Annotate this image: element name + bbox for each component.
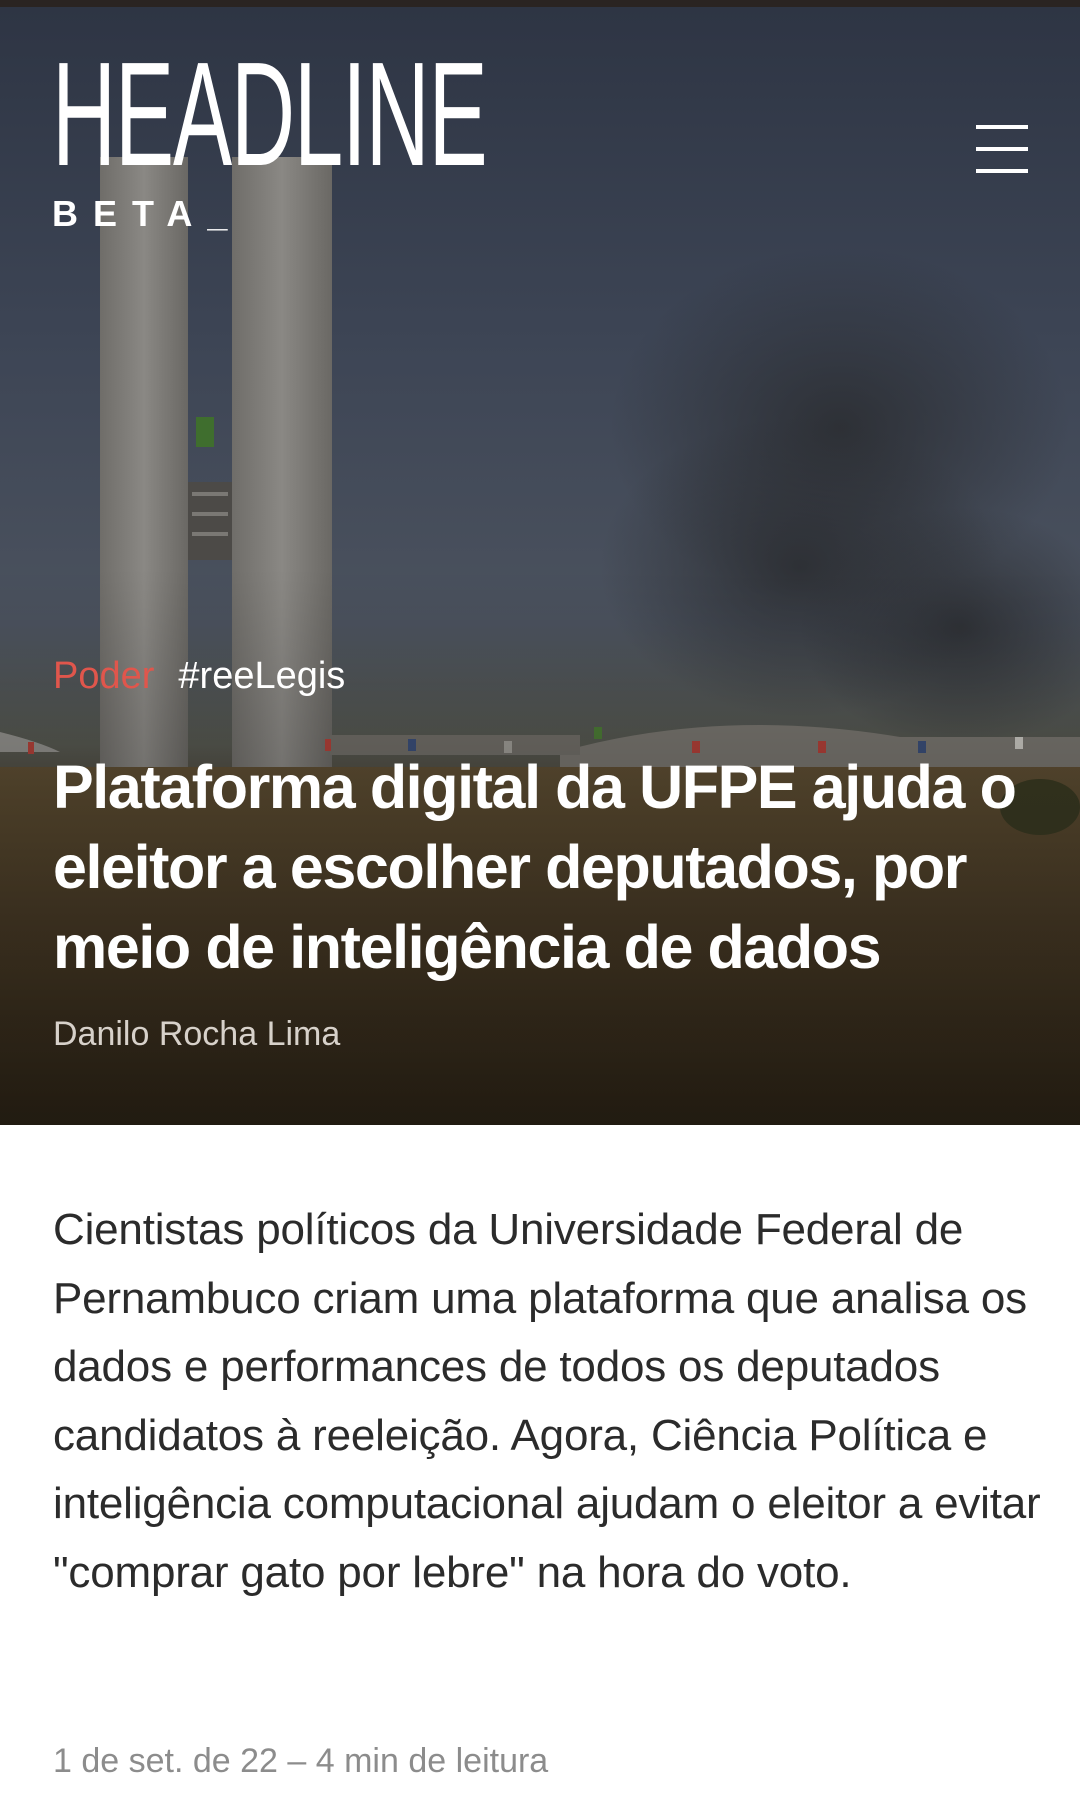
article-meta: 1 de set. de 22 – 4 min de leitura: [53, 1742, 549, 1780]
menu-bar-top: [976, 125, 1028, 129]
menu-bar-bottom: [976, 169, 1028, 173]
hero-section: HEADLINE BETA_ Poder #reeLegis Plataforma…: [0, 7, 1080, 1125]
logo-wordmark: HEADLINE: [52, 32, 488, 197]
logo-subtitle: BETA_: [52, 193, 243, 234]
article-author[interactable]: Danilo Rocha Lima: [53, 1015, 340, 1054]
top-border: [0, 0, 1080, 7]
hamburger-menu-icon[interactable]: [968, 125, 1028, 177]
article-title: Plataforma digital da UFPE ajuda o eleit…: [53, 753, 1017, 981]
article-tags: Poder #reeLegis: [53, 655, 345, 698]
article-lead: Cientistas políticos da Universidade Fed…: [53, 1205, 1041, 1597]
hashtag-link[interactable]: #reeLegis: [178, 655, 345, 697]
site-logo[interactable]: HEADLINE BETA_: [52, 41, 776, 235]
menu-bar-middle: [976, 147, 1028, 151]
section-link[interactable]: Poder: [53, 655, 154, 697]
